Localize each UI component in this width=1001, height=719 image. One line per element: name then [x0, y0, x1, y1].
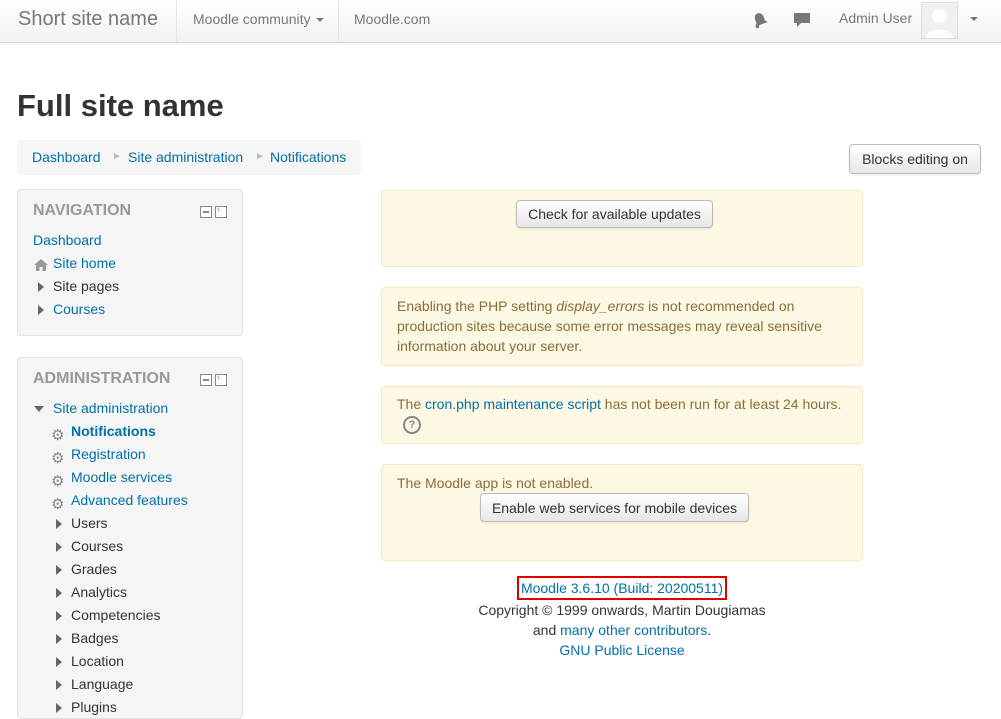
- nav-divider: [338, 0, 339, 42]
- block-dock-icon[interactable]: [200, 206, 212, 218]
- admin-item-plugins[interactable]: Plugins: [71, 699, 117, 715]
- page-title: Full site name: [17, 88, 224, 123]
- admin-item-location[interactable]: Location: [71, 653, 124, 669]
- admin-item-analytics[interactable]: Analytics: [71, 584, 127, 600]
- site-brand[interactable]: Short site name: [18, 8, 158, 31]
- breadcrumb: Dashboard ► Site administration ► Notifi…: [17, 140, 361, 175]
- enable-mobile-services-button[interactable]: Enable web services for mobile devices: [480, 493, 749, 522]
- admin-item-users[interactable]: Users: [71, 515, 108, 531]
- gear-icon: ⚙: [51, 473, 65, 490]
- moodle-com-link[interactable]: Moodle.com: [354, 11, 430, 27]
- nav-item-dashboard[interactable]: Dashboard: [33, 232, 102, 248]
- footer-license-line: GNU Public License: [381, 640, 863, 660]
- breadcrumb-notifications[interactable]: Notifications: [270, 149, 346, 165]
- house-icon: [34, 259, 48, 271]
- breadcrumb-site-administration[interactable]: Site administration: [128, 149, 243, 165]
- help-icon[interactable]: ?: [403, 416, 421, 435]
- navigation-block-title: NAVIGATION: [33, 202, 132, 219]
- expand-arrow-icon[interactable]: [56, 703, 62, 713]
- chevron-down-icon: [315, 18, 324, 23]
- mobile-app-alert: The Moodle app is not enabled. Enable we…: [381, 464, 863, 561]
- display-errors-message: Enabling the PHP setting display_errors …: [397, 296, 847, 356]
- admin-item-language[interactable]: Language: [71, 676, 133, 692]
- cron-alert: The cron.php maintenance script has not …: [381, 386, 863, 444]
- admin-item-site-administration[interactable]: Site administration: [53, 400, 168, 416]
- admin-item-competencies[interactable]: Competencies: [71, 607, 161, 623]
- admin-item-notifications[interactable]: Notifications: [71, 423, 156, 439]
- breadcrumb-separator-icon: ►: [112, 151, 122, 162]
- moodle-version-link[interactable]: Moodle 3.6.10 (Build: 20200511): [516, 576, 728, 600]
- nav-item-courses[interactable]: Courses: [53, 301, 105, 317]
- license-link[interactable]: GNU Public License: [559, 642, 684, 658]
- nav-divider: [176, 0, 177, 42]
- updates-alert: Check for available updates: [381, 190, 863, 267]
- mobile-app-message: The Moodle app is not enabled.: [397, 475, 594, 491]
- avatar[interactable]: [921, 2, 958, 39]
- user-menu-caret-icon[interactable]: [970, 17, 978, 21]
- admin-item-registration[interactable]: Registration: [71, 446, 146, 462]
- navigation-block: NAVIGATION ‹ Dashboard Site home Site pa…: [17, 189, 243, 336]
- block-collapse-icon[interactable]: ‹: [215, 372, 227, 386]
- breadcrumb-separator-icon: ►: [255, 151, 265, 162]
- nav-item-site-pages[interactable]: Site pages: [53, 278, 119, 294]
- admin-item-courses[interactable]: Courses: [71, 538, 123, 554]
- display-errors-alert: Enabling the PHP setting display_errors …: [381, 287, 863, 366]
- gear-icon: ⚙: [51, 496, 65, 513]
- breadcrumb-dashboard[interactable]: Dashboard: [32, 149, 101, 165]
- nav-item-site-home[interactable]: Site home: [53, 255, 116, 271]
- gear-icon: ⚙: [51, 450, 65, 467]
- check-updates-button[interactable]: Check for available updates: [516, 200, 713, 228]
- expand-arrow-icon[interactable]: [56, 542, 62, 552]
- footer-version-line: Moodle 3.6.10 (Build: 20200511): [381, 576, 863, 600]
- moodle-community-menu[interactable]: Moodle community: [193, 11, 324, 27]
- expand-arrow-icon[interactable]: [38, 305, 44, 315]
- footer-and-text: and: [532, 622, 561, 638]
- block-collapse-icon[interactable]: ‹: [215, 204, 227, 218]
- cron-message: The cron.php maintenance script has not …: [397, 394, 847, 435]
- expand-arrow-icon[interactable]: [56, 565, 62, 575]
- expand-arrow-icon[interactable]: [38, 282, 44, 292]
- chat-icon[interactable]: [793, 11, 811, 29]
- blocks-editing-button[interactable]: Blocks editing on: [849, 144, 981, 174]
- user-silhouette-icon: [926, 9, 953, 38]
- admin-item-advanced-features[interactable]: Advanced features: [71, 492, 188, 508]
- footer: Moodle 3.6.10 (Build: 20200511) Copyrigh…: [381, 576, 863, 660]
- display-errors-text-start: Enabling the PHP setting: [397, 298, 557, 314]
- expand-arrow-icon[interactable]: [56, 657, 62, 667]
- display-errors-setting: display_errors: [556, 298, 645, 314]
- cron-text-end: has not been run for at least 24 hours.: [600, 396, 842, 412]
- admin-item-badges[interactable]: Badges: [71, 630, 118, 646]
- administration-block: ADMINISTRATION ‹ Site administration ⚙ N…: [17, 357, 243, 719]
- bell-icon[interactable]: [751, 11, 769, 29]
- admin-item-moodle-services[interactable]: Moodle services: [71, 469, 172, 485]
- administration-block-title: ADMINISTRATION: [33, 370, 171, 387]
- footer-copyright: Copyright © 1999 onwards, Martin Dougiam…: [478, 602, 766, 618]
- expand-arrow-icon[interactable]: [56, 634, 62, 644]
- gear-icon: ⚙: [51, 427, 65, 444]
- block-dock-icon[interactable]: [200, 374, 212, 386]
- cron-text-start: The: [397, 396, 426, 412]
- expand-arrow-icon[interactable]: [56, 519, 62, 529]
- footer-contributors-line: and many other contributors.: [381, 620, 863, 640]
- expand-arrow-icon[interactable]: [56, 588, 62, 598]
- expand-arrow-icon[interactable]: [56, 611, 62, 621]
- user-menu-name[interactable]: Admin User: [839, 10, 912, 26]
- collapse-arrow-icon[interactable]: [34, 406, 44, 412]
- moodle-community-label: Moodle community: [193, 11, 311, 27]
- contributors-link[interactable]: many other contributors: [560, 622, 707, 638]
- expand-arrow-icon[interactable]: [56, 680, 62, 690]
- footer-period: .: [707, 622, 712, 638]
- cron-script-link[interactable]: cron.php maintenance script: [425, 396, 601, 412]
- top-navbar: Short site name Moodle community Moodle.…: [0, 0, 1001, 43]
- admin-item-grades[interactable]: Grades: [71, 561, 117, 577]
